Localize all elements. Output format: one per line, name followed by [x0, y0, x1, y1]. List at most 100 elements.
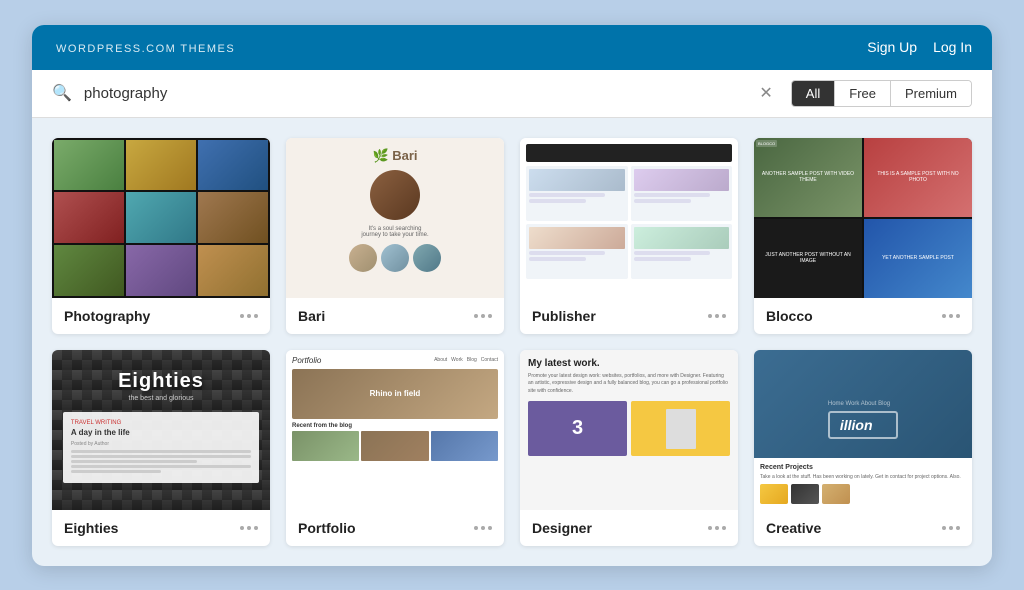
creative-top-area: Home Work About Blog illion: [828, 401, 898, 439]
theme-name-designer: Designer: [532, 520, 592, 536]
login-link[interactable]: Log In: [933, 39, 972, 55]
theme-dots-bari[interactable]: [474, 314, 492, 318]
creative-items-row: [760, 484, 966, 504]
theme-card-eighties[interactable]: Eighties the best and glorious TRAVEL WR…: [52, 350, 270, 546]
theme-card-photography[interactable]: Photography: [52, 138, 270, 334]
eighties-post-title: A day in the life: [71, 428, 251, 437]
blocco-badge: BLOGCO: [756, 140, 777, 147]
bari-hero-circle: [370, 170, 420, 220]
creative-logo: illion: [828, 411, 898, 439]
filter-buttons: All Free Premium: [791, 80, 972, 107]
eighties-text-line: [71, 450, 251, 453]
dot: [956, 314, 960, 318]
theme-card-portfolio[interactable]: Portfolio About Work Blog Contact Rhino …: [286, 350, 504, 546]
creative-projects-heading: Recent Projects: [760, 464, 966, 471]
portfolio-logo: Portfolio: [292, 356, 321, 365]
portfolio-grid-cell: [431, 431, 498, 461]
brand-logo: WordPress.com THEMES: [52, 39, 235, 56]
dot: [481, 526, 485, 530]
dot: [247, 526, 251, 530]
theme-preview-designer: My latest work. Promote your latest desi…: [520, 350, 738, 510]
portfolio-grid-cell: [361, 431, 428, 461]
dot: [722, 526, 726, 530]
dot: [949, 314, 953, 318]
theme-name-bari: Bari: [298, 308, 325, 324]
portfolio-nav-link: Blog: [467, 357, 477, 363]
eighties-text-line: [71, 460, 197, 463]
brand-name: WordPress.com: [56, 43, 176, 55]
theme-card-creative[interactable]: Home Work About Blog illion Recent Proje…: [754, 350, 972, 546]
bari-sm-circle: [381, 244, 409, 272]
theme-dots-photography[interactable]: [240, 314, 258, 318]
dot: [247, 314, 251, 318]
dot: [254, 526, 258, 530]
top-header: WordPress.com THEMES Sign Up Log In: [32, 25, 992, 70]
eighties-tag: TRAVEL WRITING: [71, 420, 251, 426]
dot: [254, 314, 258, 318]
portfolio-nav-link: Work: [451, 357, 463, 363]
dot: [956, 526, 960, 530]
filter-free-button[interactable]: Free: [835, 81, 891, 106]
publisher-header-bar: [526, 144, 732, 162]
pub-line: [529, 199, 586, 203]
creative-item: [791, 484, 819, 504]
header-actions: Sign Up Log In: [867, 39, 972, 55]
dot: [481, 314, 485, 318]
publisher-content: [526, 166, 732, 279]
filter-all-button[interactable]: All: [792, 81, 835, 106]
dot: [474, 526, 478, 530]
theme-card-designer[interactable]: My latest work. Promote your latest desi…: [520, 350, 738, 546]
dot: [708, 526, 712, 530]
eighties-subtitle: the best and glorious: [129, 395, 194, 402]
theme-card-publisher[interactable]: Publisher: [520, 138, 738, 334]
blocco-cell: YET ANOTHER SAMPLE POST: [864, 219, 972, 298]
theme-dots-blocco[interactable]: [942, 314, 960, 318]
creative-bottom-panel: Recent Projects Take a look at the stuff…: [754, 458, 972, 510]
theme-name-eighties: Eighties: [64, 520, 118, 536]
theme-footer-bari: Bari: [286, 298, 504, 334]
theme-footer-eighties: Eighties: [52, 510, 270, 546]
eighties-text-line: [71, 455, 251, 458]
theme-footer-blocco: Blocco: [754, 298, 972, 334]
theme-dots-designer[interactable]: [708, 526, 726, 530]
theme-preview-bari: 🌿 Bari It's a soul searchingjourney to t…: [286, 138, 504, 298]
search-input[interactable]: [84, 85, 741, 102]
theme-dots-creative[interactable]: [942, 526, 960, 530]
creative-item: [822, 484, 850, 504]
theme-footer-publisher: Publisher: [520, 298, 738, 334]
theme-card-bari[interactable]: 🌿 Bari It's a soul searchingjourney to t…: [286, 138, 504, 334]
theme-preview-publisher: [520, 138, 738, 298]
theme-preview-eighties: Eighties the best and glorious TRAVEL WR…: [52, 350, 270, 510]
blocco-cell: JUST ANOTHER POST WITHOUT AN IMAGE: [754, 219, 862, 298]
pub-card: [631, 224, 733, 279]
dot: [722, 314, 726, 318]
clear-search-button[interactable]: ✕: [753, 81, 778, 105]
dot: [949, 526, 953, 530]
pub-card: [526, 166, 628, 221]
dot: [942, 526, 946, 530]
theme-card-blocco[interactable]: BLOGCO ANOTHER SAMPLE POST WITH VIDEO TH…: [754, 138, 972, 334]
header-brand-area: WordPress.com THEMES: [52, 39, 235, 56]
designer-number: 3: [572, 417, 583, 440]
signup-link[interactable]: Sign Up: [867, 39, 917, 55]
pub-line: [634, 257, 691, 261]
portfolio-nav: Portfolio About Work Blog Contact: [292, 356, 498, 365]
pub-line: [634, 193, 710, 197]
designer-heading: My latest work.: [528, 358, 730, 369]
filter-premium-button[interactable]: Premium: [891, 81, 971, 106]
dot: [488, 314, 492, 318]
portfolio-nav-link: About: [434, 357, 447, 363]
themes-grid: Photography 🌿 Bari It's a soul searching…: [32, 118, 992, 566]
themes-label: THEMES: [180, 43, 235, 55]
bari-sm-circle: [349, 244, 377, 272]
eighties-content-block: TRAVEL WRITING A day in the life Posted …: [63, 412, 259, 483]
dot: [715, 526, 719, 530]
theme-preview-photography: [52, 138, 270, 298]
theme-dots-portfolio[interactable]: [474, 526, 492, 530]
portfolio-nav-links: About Work Blog Contact: [434, 357, 498, 363]
creative-item: [760, 484, 788, 504]
theme-dots-publisher[interactable]: [708, 314, 726, 318]
portfolio-grid: [292, 431, 498, 461]
theme-dots-eighties[interactable]: [240, 526, 258, 530]
dot: [942, 314, 946, 318]
